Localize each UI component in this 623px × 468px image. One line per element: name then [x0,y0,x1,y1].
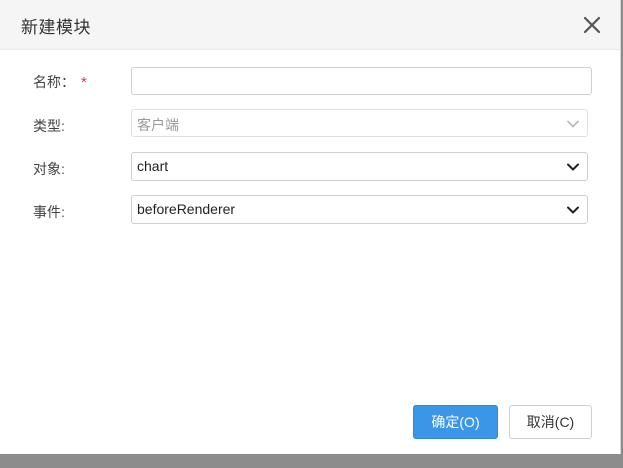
event-label: 事件: [33,204,65,220]
event-select-value: beforeRenderer [137,201,236,217]
close-icon [583,16,601,34]
event-select[interactable]: beforeRenderer [131,195,588,224]
chevron-down-icon [567,206,579,214]
chevron-down-icon [567,120,579,128]
required-mark: * [81,74,87,91]
name-input[interactable] [131,67,592,95]
dialog-header: 新建模块 [0,0,620,50]
cancel-button[interactable]: 取消(C) [509,405,592,439]
confirm-button[interactable]: 确定(O) [413,405,498,439]
type-select[interactable]: 客户端 [131,109,588,137]
object-select[interactable]: chart [131,152,588,181]
new-module-dialog: 新建模块 名称： * 类型: 客户端 对象: chart 事件: beforeRe… [0,0,621,454]
close-button[interactable] [580,13,604,37]
name-label: 名称： * [33,72,87,92]
object-label: 对象: [33,161,65,177]
type-label: 类型: [33,118,65,134]
chevron-down-icon [567,163,579,171]
name-label-text: 名称： [33,74,75,90]
dialog-title: 新建模块 [21,18,91,37]
object-select-value: chart [137,158,169,174]
type-select-value: 客户端 [137,117,179,133]
